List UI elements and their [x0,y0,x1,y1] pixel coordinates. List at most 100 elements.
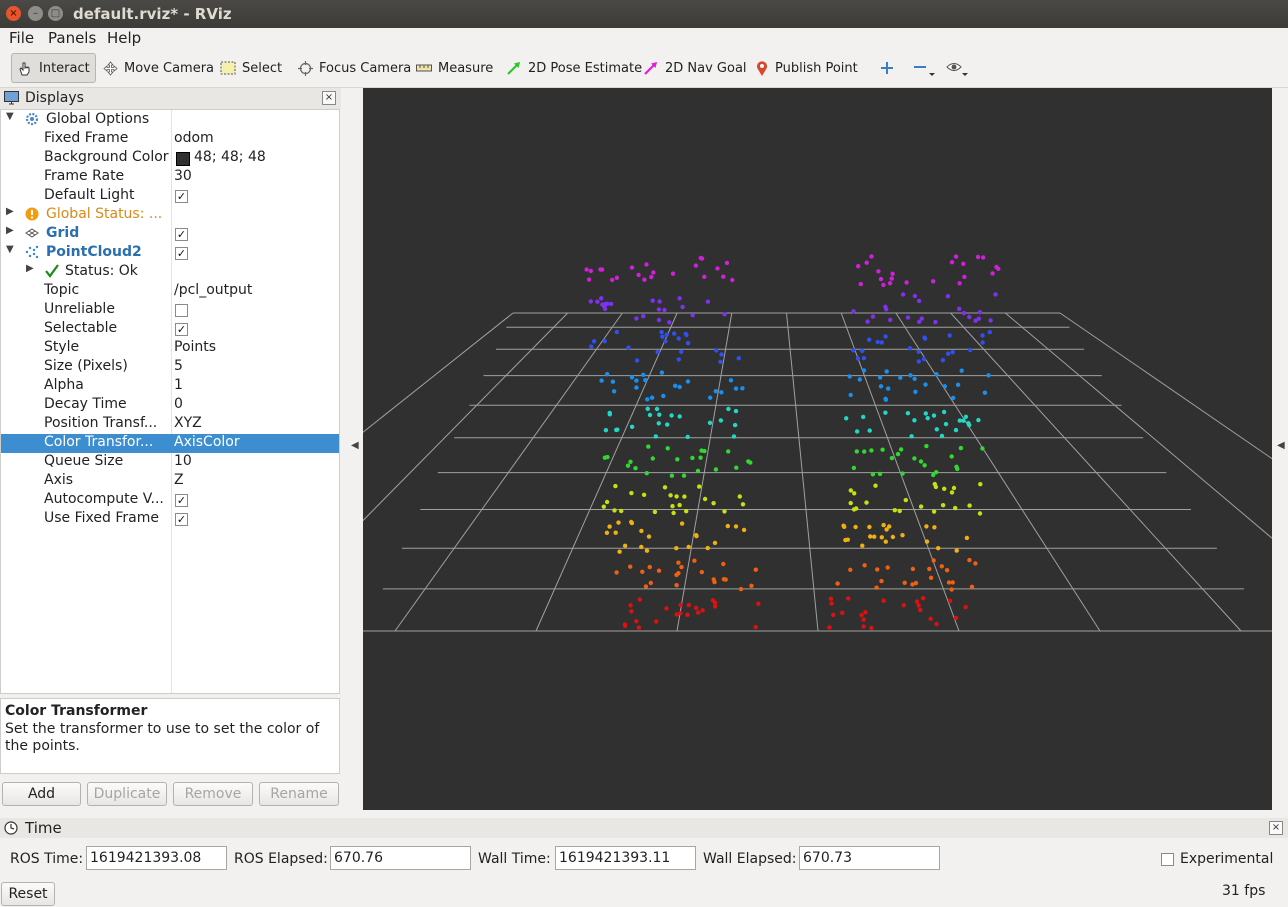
collapse-right-arrow-icon[interactable]: ◀ [1277,440,1285,451]
unreliable-checkbox[interactable] [175,304,188,317]
reset-button[interactable]: Reset [1,882,55,906]
point-cloud-point [634,316,639,321]
tree-row-topic[interactable]: Topic /pcl_output [1,282,339,301]
tree-row-status-ok[interactable]: ▶ Status: Ok [1,263,339,282]
focus-camera-tool-button[interactable]: Focus Camera [298,53,411,83]
tree-row-pointcloud2[interactable]: ▼ PointCloud2 ✓ [1,244,339,263]
tree-row-fixed-frame[interactable]: Fixed Frame odom [1,130,339,149]
close-window-button[interactable]: × [6,6,21,21]
row-value[interactable]: 48; 48; 48 [194,149,266,165]
point-cloud-point [916,603,921,608]
duplicate-display-button[interactable]: Duplicate [87,782,167,806]
menu-panels[interactable]: Panels [48,29,96,47]
tree-row-position-transformer[interactable]: Position Transf... XYZ [1,415,339,434]
row-value[interactable]: /pcl_output [174,282,252,298]
window-title: default.rviz* - RViz [73,5,232,23]
tree-row-autocompute[interactable]: Autocompute V... ✓ [1,491,339,510]
point-cloud-point [719,352,724,357]
row-value[interactable]: XYZ [174,415,202,431]
ros-elapsed-field[interactable]: 670.76 [330,846,471,870]
displays-panel-header: Displays × [0,88,341,109]
publish-point-tool-button[interactable]: Publish Point [755,53,858,83]
tree-row-default-light[interactable]: Default Light ✓ [1,187,339,206]
point-cloud-point [737,494,742,499]
color-swatch[interactable] [176,152,190,166]
pointcloud2-checkbox[interactable]: ✓ [175,247,188,260]
interact-tool-button[interactable]: Interact [11,53,96,83]
point-cloud-point [610,379,616,384]
use-fixed-frame-checkbox[interactable]: ✓ [175,513,188,526]
expand-arrow-icon[interactable]: ▶ [26,263,34,274]
row-value[interactable]: odom [174,130,214,146]
tree-row-global-status[interactable]: ▶ Global Status: ... [1,206,339,225]
point-cloud-point [912,418,917,423]
collapse-arrow-icon[interactable]: ▼ [6,244,14,255]
tree-row-decay-time[interactable]: Decay Time 0 [1,396,339,415]
row-value[interactable]: 0 [174,396,183,412]
grid-line-depth [1059,312,1288,471]
tree-row-queue-size[interactable]: Queue Size 10 [1,453,339,472]
row-value[interactable]: 5 [174,358,183,374]
maximize-window-button[interactable]: □ [48,6,63,21]
point-cloud-point [982,390,988,395]
point-cloud-point [686,544,691,550]
tree-row-selectable[interactable]: Selectable ✓ [1,320,339,339]
tree-row-color-transformer[interactable]: Color Transfor... AxisColor [1,434,339,453]
tree-row-frame-rate[interactable]: Frame Rate 30 [1,168,339,187]
view-tool-button[interactable] [946,53,976,83]
wall-elapsed-field[interactable]: 670.73 [799,846,940,870]
2d-nav-goal-tool-button[interactable]: 2D Nav Goal [643,53,747,83]
menu-help[interactable]: Help [107,29,141,47]
row-value[interactable]: Points [174,339,216,355]
point-cloud-point [749,583,754,588]
point-cloud-point [875,339,880,345]
render-viewport[interactable] [112,88,1288,810]
point-cloud-point [633,466,638,471]
tree-row-background-color[interactable]: Background Color 48; 48; 48 [1,149,339,168]
row-value[interactable]: AxisColor [174,434,240,450]
time-close-button[interactable]: × [1269,821,1283,835]
rename-display-button[interactable]: Rename [259,782,339,806]
autocompute-checkbox[interactable]: ✓ [175,494,188,507]
measure-tool-button[interactable]: Measure [416,53,493,83]
move-camera-tool-button[interactable]: Move Camera [103,53,214,83]
row-value[interactable]: 1 [174,377,183,393]
remove-display-button[interactable]: Remove [173,782,253,806]
ros-time-field[interactable]: 1619421393.08 [86,846,227,870]
wall-time-field[interactable]: 1619421393.11 [555,846,696,870]
collapse-left-arrow-icon[interactable]: ◀ [351,440,359,451]
tree-row-use-fixed-frame[interactable]: Use Fixed Frame ✓ [1,510,339,529]
tree-row-alpha[interactable]: Alpha 1 [1,377,339,396]
3d-scene[interactable] [112,88,1288,810]
tree-row-size-pixels[interactable]: Size (Pixels) 5 [1,358,339,377]
tree-row-global-options[interactable]: ▼ Global Options [1,111,339,130]
grid-checkbox[interactable]: ✓ [175,228,188,241]
row-value[interactable]: 30 [174,168,192,184]
displays-tree[interactable]: ▼ Global Options Fixed Frame odom Backgr… [0,109,340,694]
add-tool-button[interactable] [880,53,900,83]
row-value[interactable]: 10 [174,453,192,469]
collapse-arrow-icon[interactable]: ▼ [6,111,14,122]
tree-row-axis[interactable]: Axis Z [1,472,339,491]
selectable-checkbox[interactable]: ✓ [175,323,188,336]
2d-pose-estimate-tool-button[interactable]: 2D Pose Estimate [506,53,642,83]
point-cloud-point [616,520,621,525]
menu-file[interactable]: File [9,29,34,47]
add-display-button[interactable]: Add [2,782,81,806]
point-cloud-point [890,534,896,540]
row-value[interactable]: Z [174,472,184,488]
displays-close-button[interactable]: × [322,91,336,105]
default-light-checkbox[interactable]: ✓ [175,190,188,203]
tree-row-grid[interactable]: ▶ Grid ✓ [1,225,339,244]
point-cloud-point [967,503,972,508]
point-cloud-point [954,548,959,553]
tree-row-style[interactable]: Style Points [1,339,339,358]
expand-arrow-icon[interactable]: ▶ [6,206,14,217]
experimental-checkbox[interactable] [1161,853,1174,866]
minimize-window-button[interactable]: – [28,6,43,21]
select-tool-button[interactable]: Select [220,53,282,83]
expand-arrow-icon[interactable]: ▶ [6,225,14,236]
point-cloud-point [671,510,676,516]
remove-tool-button[interactable] [913,53,941,83]
tree-row-unreliable[interactable]: Unreliable [1,301,339,320]
